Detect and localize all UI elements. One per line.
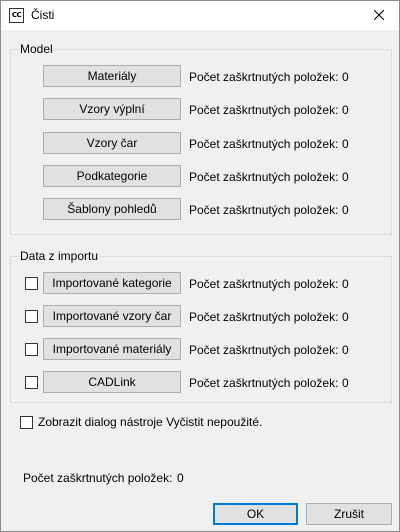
fill-patterns-count-label: Počet zaškrtnutých položek:: [189, 103, 339, 117]
cadlink-count: 0: [342, 376, 349, 390]
import-group-label: Data z importu: [19, 249, 100, 263]
imported-materials-button[interactable]: Importované materiály: [43, 338, 181, 360]
imported-materials-count: 0: [342, 343, 349, 357]
imported-materials-checkbox[interactable]: [25, 343, 38, 356]
window-title: Čisti: [31, 8, 55, 22]
cadlink-count-label: Počet zaškrtnutých položek:: [189, 376, 339, 390]
view-templates-count-label: Počet zaškrtnutých položek:: [189, 203, 339, 217]
purge-dialog: CC Čisti Model Materiály Počet zaškrtnut…: [0, 0, 400, 532]
view-templates-count: 0: [342, 203, 349, 217]
fill-patterns-count: 0: [342, 103, 349, 117]
imported-categories-count: 0: [342, 277, 349, 291]
imported-materials-count-label: Počet zaškrtnutých položek:: [189, 343, 339, 357]
show-purge-dialog-checkbox[interactable]: [20, 416, 33, 429]
close-icon: [374, 10, 384, 20]
ok-button[interactable]: OK: [213, 503, 298, 525]
total-count-label: Počet zaškrtnutých položek:: [23, 471, 173, 485]
line-patterns-button[interactable]: Vzory čar: [43, 132, 181, 154]
cadlink-checkbox[interactable]: [25, 376, 38, 389]
materials-button[interactable]: Materiály: [43, 65, 181, 87]
show-purge-dialog-label: Zobrazit dialog nástroje Vyčistit nepouž…: [38, 415, 263, 429]
imported-line-patterns-count: 0: [342, 310, 349, 324]
line-patterns-count-label: Počet zaškrtnutých položek:: [189, 137, 339, 151]
imported-categories-count-label: Počet zaškrtnutých položek:: [189, 277, 339, 291]
subcategories-button[interactable]: Podkategorie: [43, 165, 181, 187]
fill-patterns-button[interactable]: Vzory výplní: [43, 98, 181, 120]
cancel-button[interactable]: Zrušit: [306, 503, 392, 525]
imported-line-patterns-button[interactable]: Importované vzory čar: [43, 305, 181, 327]
cadlink-button[interactable]: CADLink: [43, 371, 181, 393]
view-templates-button[interactable]: Šablony pohledů: [43, 198, 181, 220]
app-icon: CC: [9, 8, 24, 23]
title-bar: CC Čisti: [1, 1, 399, 30]
subcategories-count: 0: [342, 170, 349, 184]
imported-line-patterns-count-label: Počet zaškrtnutých položek:: [189, 310, 339, 324]
subcategories-count-label: Počet zaškrtnutých položek:: [189, 170, 339, 184]
imported-categories-button[interactable]: Importované kategorie: [43, 272, 181, 294]
materials-count: 0: [342, 70, 349, 84]
line-patterns-count: 0: [342, 137, 349, 151]
close-button[interactable]: [359, 1, 399, 30]
model-group-label: Model: [19, 42, 54, 56]
imported-categories-checkbox[interactable]: [25, 277, 38, 290]
total-count: 0: [177, 471, 184, 485]
materials-count-label: Počet zaškrtnutých položek:: [189, 70, 339, 84]
imported-line-patterns-checkbox[interactable]: [25, 310, 38, 323]
